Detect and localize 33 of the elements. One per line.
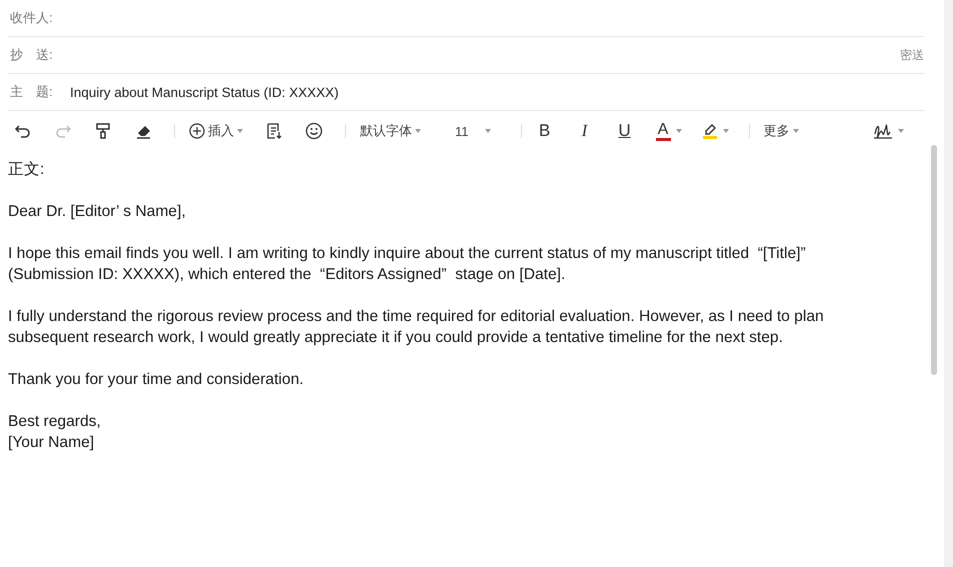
paragraph: Dear Dr. [Editor’ s Name],: [8, 202, 187, 222]
field-label: 收件人:: [9, 9, 54, 27]
caret-icon[interactable]: [237, 129, 243, 133]
dropdown-button[interactable]: 默认字体: [360, 122, 421, 140]
smiley-icon[interactable]: [305, 122, 323, 140]
paint-roller-icon[interactable]: [94, 122, 112, 140]
signature-icon[interactable]: [873, 122, 893, 140]
input-field[interactable]: Inquiry about Manuscript Status (ID: XXXXX): [70, 84, 924, 100]
paragraph: I fully understand the rigorous review process and the time required for editorial evaluation. However, as I need to plan subsequent research work, I would greatly appreciate it if you could provide a tentative timeline for the next step.: [8, 307, 825, 348]
paragraph: I hope this email finds you well. I am writing to kindly inquire about the current status of my manuscript titled “[Title]” (Submission ID: XXXXX), which entered the “Editors Assigned” stage on [Date].: [8, 244, 807, 285]
bold-button[interactable]: B: [536, 121, 554, 141]
caret-icon[interactable]: [792, 129, 798, 133]
caret-icon[interactable]: [722, 129, 728, 133]
field-label: 主 题:: [9, 83, 54, 101]
insert-button[interactable]: 插入: [189, 122, 243, 140]
dropdown-button[interactable]: 11: [455, 124, 490, 138]
body-label: 正文:: [8, 160, 46, 180]
caret-icon[interactable]: [676, 129, 682, 133]
highlighter-icon[interactable]: [702, 122, 718, 140]
underline-button[interactable]: U: [616, 121, 634, 141]
caret-icon[interactable]: [898, 129, 904, 133]
scrollbar[interactable]: [931, 145, 937, 375]
italic-button[interactable]: I: [576, 121, 594, 141]
caret-icon[interactable]: [484, 129, 490, 133]
paragraph: Best regards, [Your Name]: [8, 412, 102, 453]
caret-icon[interactable]: [415, 129, 421, 133]
paragraph: Thank you for your time and consideration.: [8, 370, 305, 390]
dropdown-button[interactable]: 更多: [764, 122, 798, 140]
document-icon[interactable]: [265, 122, 283, 140]
font-color-button[interactable]: A: [656, 122, 670, 140]
plus-circle-icon[interactable]: [189, 123, 205, 139]
bcc-link[interactable]: 密送: [900, 46, 924, 64]
field-label: 抄 送:: [9, 46, 54, 64]
